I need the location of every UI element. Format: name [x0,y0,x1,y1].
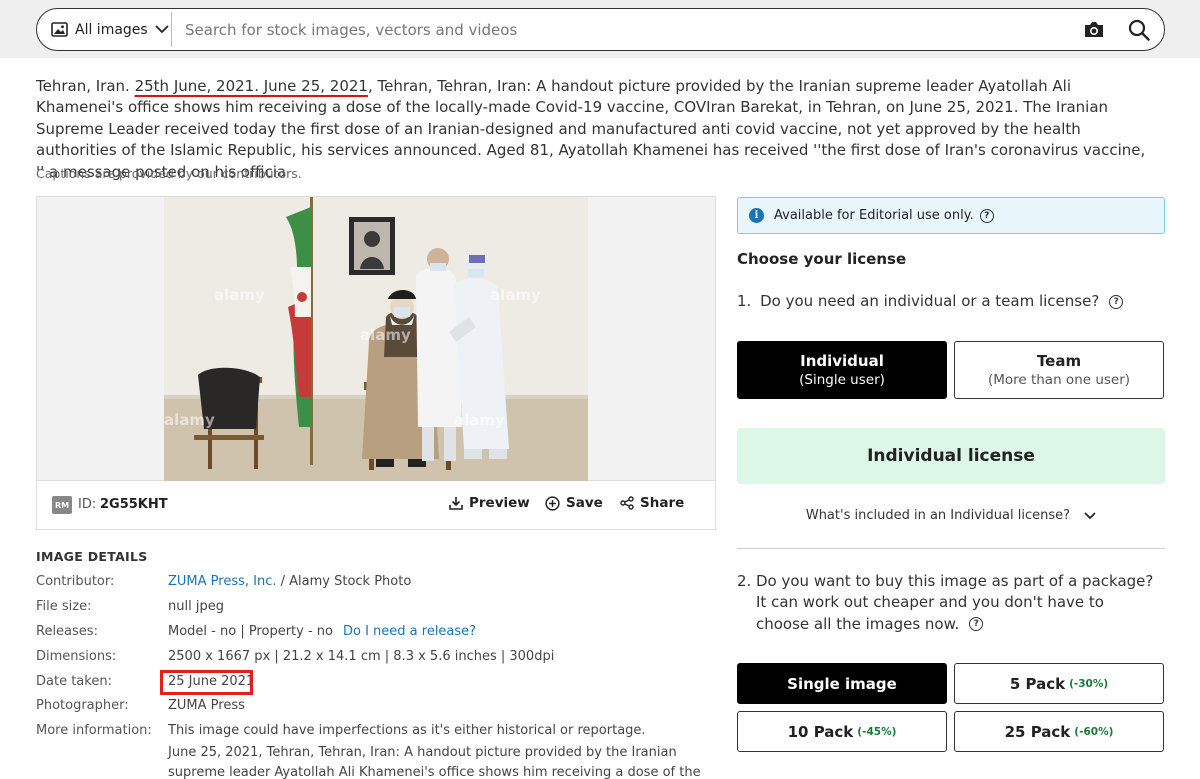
info-icon: i [749,208,764,223]
file-size-value: null jpeg [168,599,224,614]
photographer-link[interactable]: ZUMA Press [168,698,245,713]
share-icon [620,496,634,510]
caption-note: Captions are provided by our contributor… [36,166,302,181]
photographer-label: Photographer: [36,698,129,713]
pack-25[interactable]: 25 Pack (-60%) [954,711,1164,752]
choose-license-title: Choose your license [737,250,907,268]
caption-date-highlight: 25th June, 2021. June 25, 2021 [134,77,368,95]
question-2-text: Do you want to buy this image as part of… [756,572,1154,633]
selected-license-banner: Individual license [737,428,1165,484]
watermark-4: alamy [164,411,215,429]
whats-included-toggle[interactable]: What's included in an Individual license… [737,508,1165,523]
camera-icon[interactable] [1083,19,1105,41]
watermark-2: alamy [360,326,411,344]
pack-label: 25 Pack [1004,722,1071,741]
pack-single-image[interactable]: Single image [737,663,947,704]
more-info-value: This image could have imperfections as i… [168,723,646,738]
image-id-value: 2G55KHT [100,497,168,512]
license-question-1: 1. Do you need an individual or a team l… [737,292,1124,310]
watermark-1: alamy [214,286,265,304]
pack-discount: (-60%) [1074,725,1114,738]
image-icon [51,22,68,37]
help-icon[interactable]: ? [979,208,994,223]
pack-discount: (-30%) [1069,677,1109,690]
releases-label: Releases: [36,624,98,639]
team-sublabel: (More than one user) [987,372,1131,388]
section-divider [737,548,1165,549]
download-icon [449,497,463,510]
pack-label: 5 Pack [1009,674,1066,693]
contributor-label: Contributor: [36,574,115,589]
release-help-link[interactable]: Do I need a release? [343,624,476,639]
preview-label: Preview [469,495,530,511]
pack-10[interactable]: 10 Pack (-45%) [737,711,947,752]
file-size-label: File size: [36,599,92,614]
watermark-5: alamy [454,411,505,429]
search-bar: All images [36,8,1165,51]
pack-label: 10 Pack [787,722,854,741]
preview-button[interactable]: Preview [449,495,530,511]
chevron-down-icon [155,25,169,34]
help-icon[interactable]: ? [969,617,984,632]
question-1-text: Do you need an individual or a team lice… [760,292,1100,310]
date-highlight-box [160,670,253,695]
save-label: Save [566,495,603,511]
whats-included-label: What's included in an Individual license… [805,508,1071,523]
pack-5[interactable]: 5 Pack (-30%) [954,663,1164,704]
team-license-button[interactable]: Team (More than one user) [954,341,1164,399]
individual-license-button[interactable]: Individual (Single user) [737,341,947,399]
contributor-suffix: / Alamy Stock Photo [276,574,412,589]
pack-label: Single image [787,674,897,693]
watermark-3: alamy [490,286,541,304]
image-meta-row: RM ID: 2G55KHT Preview Save Share [37,481,715,529]
date-taken-label: Date taken: [36,674,112,689]
image-area: alamy alamy alamy alamy alamy [37,197,715,481]
image-details-title: IMAGE DETAILS [36,549,148,564]
individual-sublabel: (Single user) [799,372,885,388]
image-type-filter[interactable]: All images [51,9,169,50]
contributor-link[interactable]: ZUMA Press, Inc. [168,574,277,589]
filter-label: All images [75,21,148,38]
more-info-label: More information: [36,723,152,738]
plus-circle-icon [545,495,560,511]
question-2-number: 2. [737,572,752,590]
image-id-label: ID: [78,497,97,512]
releases-value: Model - no | Property - no [168,624,333,639]
more-info-text: June 25, 2021, Tehran, Tehran, Iran: A h… [168,745,701,779]
question-1-number: 1. [737,292,752,310]
image-panel: alamy alamy alamy alamy alamy RM ID: 2G5… [36,196,716,530]
top-bar: All images [0,0,1200,58]
dimensions-value: 2500 x 1667 px | 21.2 x 14.1 cm | 8.3 x … [168,649,555,664]
search-icon[interactable] [1127,18,1151,42]
pack-discount: (-45%) [857,725,897,738]
individual-label: Individual [800,352,884,370]
caption-location: Tehran, Iran. [36,77,135,95]
chevron-down-icon [1084,511,1096,519]
dimensions-label: Dimensions: [36,649,117,664]
stock-photo[interactable]: alamy alamy alamy alamy alamy [164,197,588,481]
license-question-2: 2. Do you want to buy this image as part… [737,571,1157,635]
filter-divider [171,12,172,47]
share-button[interactable]: Share [620,495,684,511]
editorial-notice: i Available for Editorial use only.? [737,197,1165,234]
rm-badge: RM [52,496,72,514]
help-icon[interactable]: ? [1109,294,1124,309]
team-label: Team [1036,352,1082,370]
share-label: Share [640,495,685,511]
search-input[interactable] [185,18,1065,42]
save-button[interactable]: Save [545,495,603,511]
editorial-text: Available for Editorial use only. [774,208,974,223]
